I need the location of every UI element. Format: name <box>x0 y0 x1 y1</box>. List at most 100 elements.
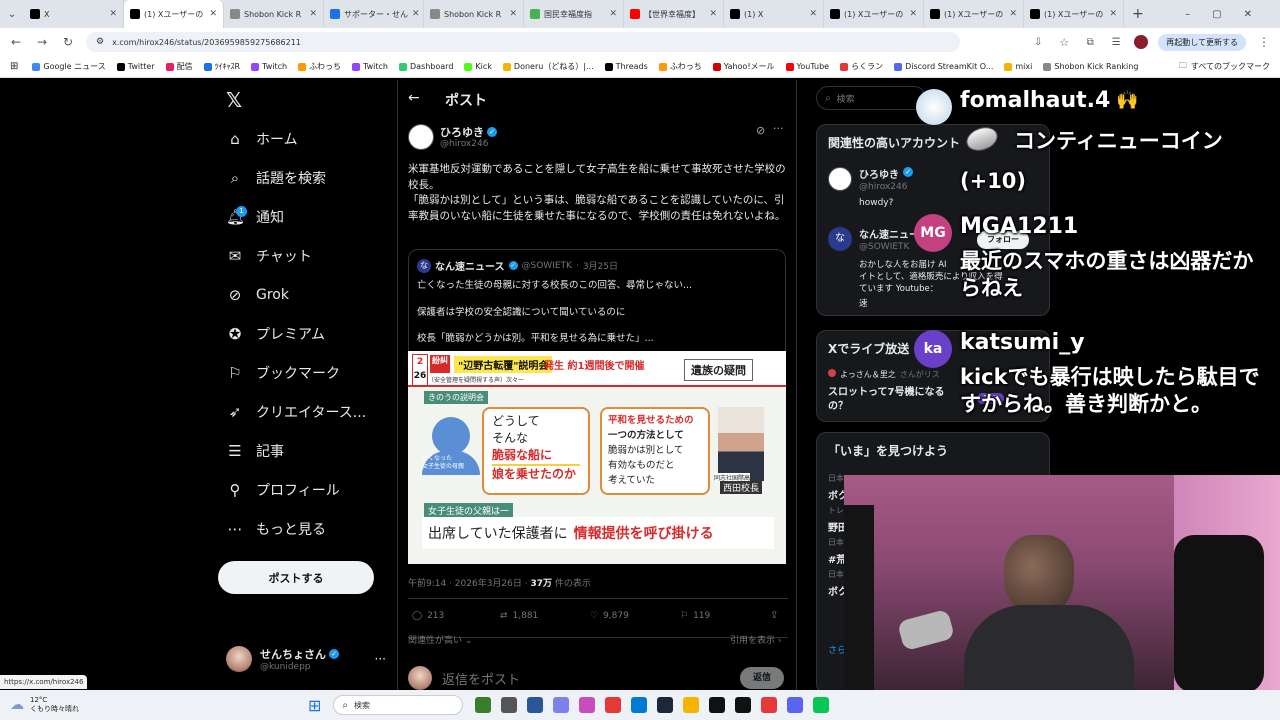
browser-tab[interactable]: サポーター・せん ✕ <box>324 0 424 28</box>
more-icon[interactable]: ··· <box>375 652 386 666</box>
sidebar-item[interactable]: ⊘ Grok <box>218 275 388 314</box>
close-tab-icon[interactable]: ✕ <box>1009 9 1017 19</box>
back-icon[interactable]: ← <box>8 35 24 49</box>
all-bookmarks[interactable]: 🗀 すべてのブックマーク <box>1179 60 1270 74</box>
bookmark-item[interactable]: mixi <box>1004 61 1032 72</box>
author-row[interactable]: ひろゆき ✓ <box>440 124 497 140</box>
close-tab-icon[interactable]: ✕ <box>412 9 420 19</box>
sidebar-item[interactable]: ⌂ ホーム <box>218 119 388 158</box>
bookmark-button[interactable]: ⚐ 119 <box>680 611 710 621</box>
browser-tab[interactable]: (1) Xユーザーの ✕ <box>1024 0 1124 28</box>
task-view-icon[interactable] <box>501 697 518 713</box>
bookmark-item[interactable]: Twitch <box>352 61 388 72</box>
close-tab-icon[interactable]: ✕ <box>1109 9 1117 19</box>
browser-tab[interactable]: (1) Xユーザーの ✕ <box>924 0 1024 28</box>
close-tab-icon[interactable]: ✕ <box>209 9 217 19</box>
browser-tab[interactable]: Shobon Kick R ✕ <box>224 0 324 28</box>
relaunch-button[interactable]: 再起動して更新する <box>1158 33 1246 51</box>
weather-widget[interactable]: ☁ 12°C くもり時々晴れ <box>0 696 290 714</box>
browser-tab[interactable]: 【世界幸福度】 ✕ <box>624 0 724 28</box>
site-info-icon[interactable]: ⚙ <box>96 37 104 47</box>
sidebar-item[interactable]: ⌕ 話題を検索 <box>218 158 388 197</box>
sidepanel-icon[interactable]: ☰ <box>1108 37 1124 48</box>
bookmark-item[interactable]: Twitter <box>116 61 155 72</box>
bookmark-item[interactable]: Threads <box>604 61 648 72</box>
sidebar-item[interactable]: ⚲ プロフィール <box>218 470 388 509</box>
browser-tab[interactable]: Shobon Kick R ✕ <box>424 0 524 28</box>
browser-tab[interactable]: 国民幸福度指 ✕ <box>524 0 624 28</box>
taskbar-search[interactable]: ⌕ 検索 <box>333 695 464 715</box>
share-icon[interactable]: ⇪ <box>770 610 778 621</box>
relevance-sort[interactable]: 関連性が高い ⌄ <box>408 633 472 646</box>
edge-icon[interactable] <box>631 697 648 713</box>
bookmark-item[interactable]: Google ニュース <box>32 61 106 72</box>
widgets-icon[interactable] <box>475 697 492 713</box>
close-tab-icon[interactable]: ✕ <box>309 9 317 19</box>
reply-input[interactable]: 返信をポスト <box>442 669 520 688</box>
repost-button[interactable]: ⇄ 1,881 <box>500 611 538 621</box>
copilot-icon[interactable] <box>579 697 596 713</box>
like-button[interactable]: ♡ 9,879 <box>590 611 629 621</box>
post-button[interactable]: ポストする <box>218 561 374 594</box>
reply-button[interactable]: ◯ 213 <box>412 611 444 621</box>
apps-icon[interactable]: ⊞ <box>10 61 18 72</box>
sidebar-item[interactable]: ☰ 記事 <box>218 431 388 470</box>
sidebar-item[interactable]: ⋯ もっと見る <box>218 509 388 548</box>
back-arrow-icon[interactable]: ← <box>408 90 420 106</box>
close-tab-icon[interactable]: ✕ <box>109 9 117 19</box>
post-timestamp[interactable]: 午前9:14 · 2026年3月26日 · <box>408 579 530 589</box>
discord-icon[interactable] <box>553 697 570 713</box>
bookmark-item[interactable]: ﾂｲｷｬｽR <box>203 61 240 72</box>
steam-icon[interactable] <box>657 697 674 713</box>
related-name-1[interactable]: ひろゆき <box>859 166 899 181</box>
browser-tab[interactable]: X ✕ <box>24 0 124 28</box>
bookmark-item[interactable]: Dashboard <box>399 61 453 72</box>
profile-avatar[interactable] <box>1134 35 1149 49</box>
bookmark-item[interactable]: Yahoo!メール <box>712 61 775 72</box>
discord-app-icon[interactable] <box>787 697 804 713</box>
bookmark-item[interactable]: YouTube <box>785 61 829 72</box>
account-switcher[interactable]: せんちょさん ✓ @kunidepp ··· <box>226 642 386 676</box>
new-tab-button[interactable]: + <box>1132 6 1144 22</box>
install-icon[interactable]: ⇩ <box>1030 37 1046 48</box>
menu-icon[interactable]: ⋮ <box>1256 35 1272 49</box>
close-tab-icon[interactable]: ✕ <box>709 9 717 19</box>
bookmark-item[interactable]: Twitch <box>251 61 287 72</box>
tab-list-icon[interactable]: ⌄ <box>0 9 24 20</box>
window-controls[interactable]: –▢✕ <box>1185 9 1280 20</box>
browser-tab[interactable]: (1) Xユーザーの ✕ <box>124 0 224 28</box>
close-tab-icon[interactable]: ✕ <box>609 9 617 19</box>
sidebar-item[interactable]: ➶ クリエイタース... <box>218 392 388 431</box>
show-quotes-link[interactable]: 引用を表示 › <box>730 633 781 646</box>
bookmark-item[interactable]: らくラン <box>840 61 883 72</box>
bookmark-item[interactable]: Discord StreamKit O... <box>894 61 993 72</box>
bookmark-item[interactable]: Shobon Kick Ranking <box>1043 61 1138 72</box>
sidebar-item[interactable]: ⚐ ブックマーク <box>218 353 388 392</box>
camera-icon[interactable] <box>735 697 752 713</box>
bookmark-item[interactable]: ふわっち <box>298 61 341 72</box>
browser-tab[interactable]: (1) Xユーザーの ✕ <box>824 0 924 28</box>
related-avatar-1[interactable] <box>828 167 852 191</box>
star-icon[interactable]: ☆ <box>1056 36 1072 49</box>
author-avatar[interactable] <box>408 124 434 150</box>
x-logo[interactable]: 𝕏 <box>226 88 242 112</box>
line-icon[interactable] <box>813 697 830 713</box>
reply-button-submit[interactable]: 返信 <box>740 667 784 689</box>
related-avatar-2[interactable]: な <box>828 227 852 251</box>
teams-icon[interactable] <box>527 697 544 713</box>
close-tab-icon[interactable]: ✕ <box>809 9 817 19</box>
sidebar-item[interactable]: ✉ チャット <box>218 236 388 275</box>
start-icon[interactable]: ⊞ <box>308 696 321 715</box>
bookmark-item[interactable]: 配信 <box>165 61 193 72</box>
close-tab-icon[interactable]: ✕ <box>509 9 517 19</box>
url-field[interactable]: ⚙ x.com/hirox246/status/2036959859275686… <box>86 32 961 52</box>
obs-icon[interactable] <box>709 697 726 713</box>
more-icon[interactable]: ··· <box>773 122 784 135</box>
quote-image[interactable]: 2 26 紛糾 "辺野古転覆"説明会 発生 約1週間後で開催 〔安全管理を疑問視… <box>408 351 786 564</box>
bookmark-item[interactable]: Kick <box>464 61 492 72</box>
browser-tab[interactable]: (1) X ✕ <box>724 0 824 28</box>
grok-icon[interactable]: ⊘ <box>756 124 765 137</box>
forward-icon[interactable]: → <box>34 35 50 49</box>
bookmark-item[interactable]: ふわっち <box>658 61 702 72</box>
chrome-icon[interactable] <box>605 697 622 713</box>
